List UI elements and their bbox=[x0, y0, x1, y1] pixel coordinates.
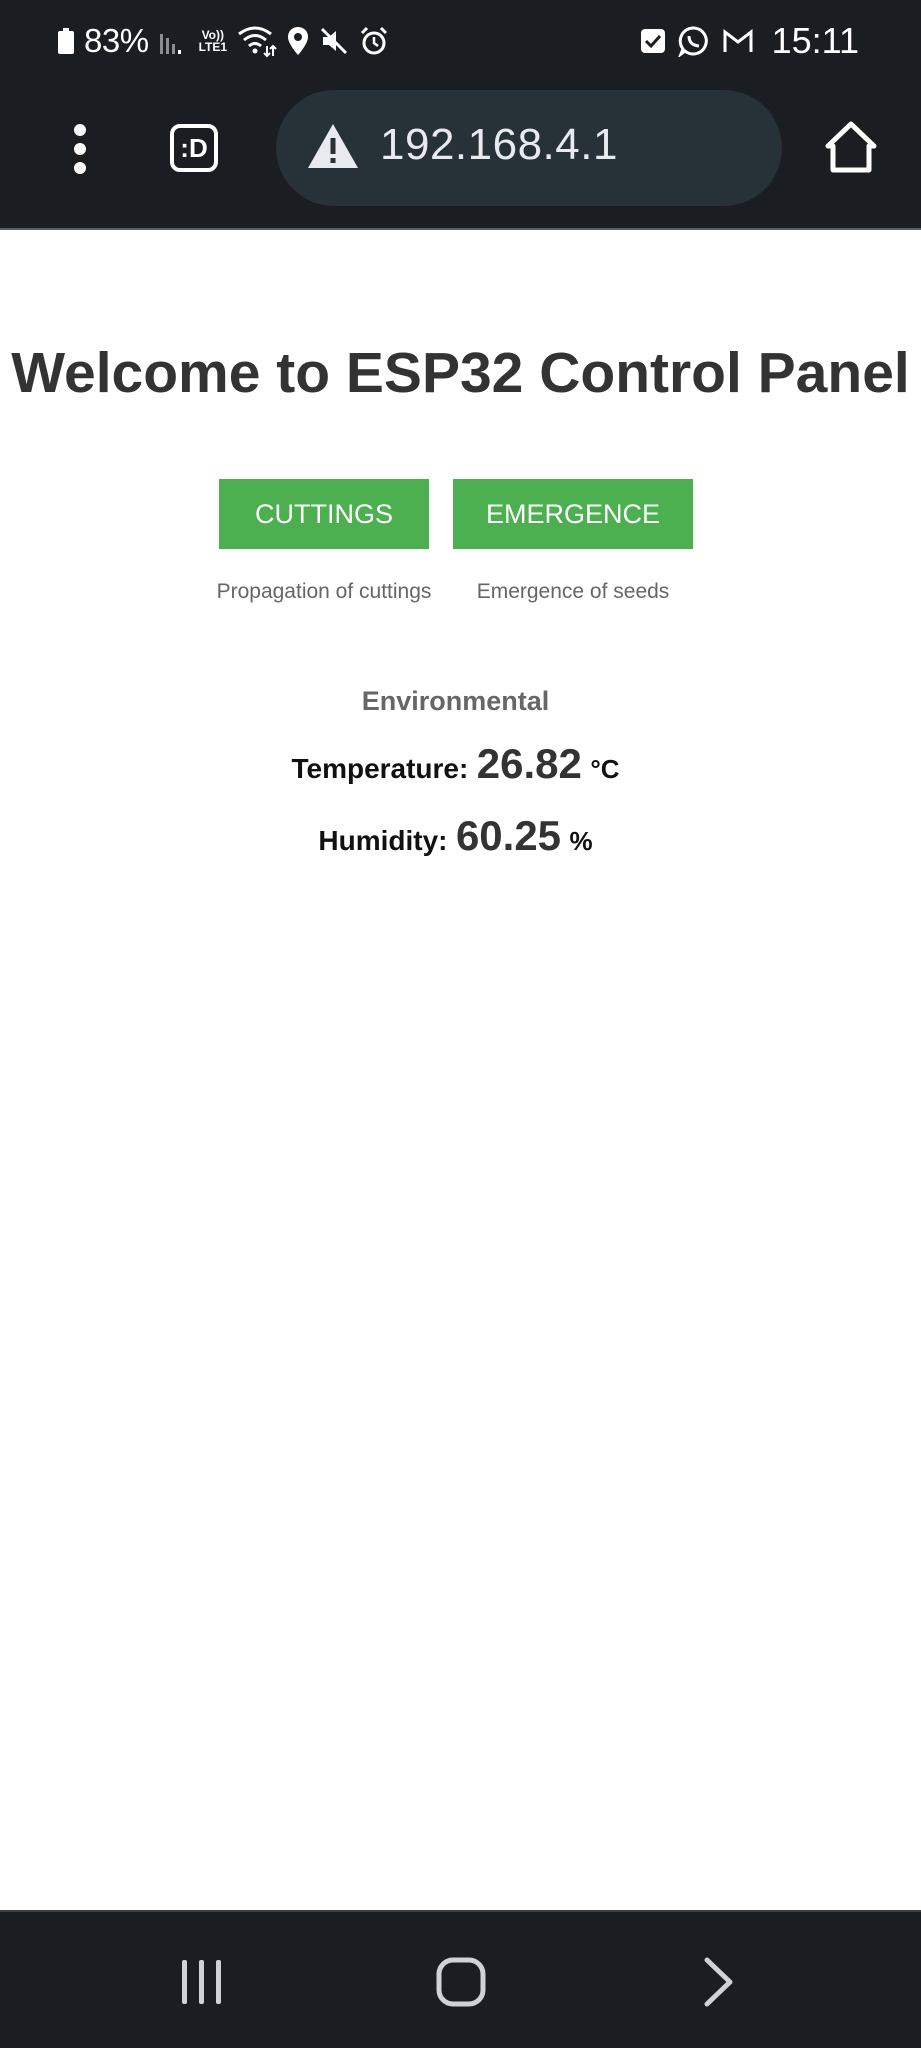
toolbar-divider bbox=[0, 228, 921, 230]
alarm-icon bbox=[360, 26, 388, 55]
tab-switcher-label: :D bbox=[180, 132, 208, 163]
page-title: Welcome to ESP32 Control Panel bbox=[11, 341, 910, 405]
volte-icon: Vo)) LTE1 bbox=[199, 29, 227, 53]
browser-toolbar: :D 192.168.4.1 bbox=[0, 82, 921, 228]
status-right-group: 15:11 bbox=[640, 16, 859, 66]
clock: 15:11 bbox=[771, 20, 859, 61]
mute-icon bbox=[320, 27, 348, 55]
system-nav-bar bbox=[0, 1910, 921, 2048]
more-options-icon[interactable] bbox=[62, 120, 98, 190]
battery-icon bbox=[58, 28, 74, 54]
location-icon bbox=[288, 27, 309, 55]
back-icon[interactable] bbox=[702, 1956, 736, 2008]
recents-icon[interactable] bbox=[178, 1958, 226, 2006]
battery-percent: 83% bbox=[84, 22, 149, 59]
temperature-value: 26.82 bbox=[476, 740, 582, 787]
url-text[interactable]: 192.168.4.1 bbox=[380, 120, 618, 170]
checkbox-notification-icon bbox=[640, 29, 665, 53]
signal-icon bbox=[159, 34, 181, 54]
emergence-caption: Emergence of seeds bbox=[476, 580, 670, 603]
whatsapp-icon bbox=[677, 26, 708, 57]
environment-heading: Environmental bbox=[361, 686, 550, 716]
volte-line-2: LTE1 bbox=[198, 40, 228, 54]
browser-home-icon[interactable] bbox=[824, 120, 878, 174]
tab-switcher-button[interactable]: :D bbox=[170, 124, 218, 172]
status-left-group: 83% Vo)) LTE1 bbox=[58, 16, 389, 66]
humidity-value: 60.25 bbox=[455, 812, 562, 859]
cuttings-button[interactable]: CUTTINGS bbox=[219, 479, 429, 549]
humidity-label: Humidity: bbox=[318, 825, 448, 856]
temperature-label: Temperature: bbox=[291, 753, 469, 784]
humidity-reading: Humidity: 60.25 % bbox=[0, 812, 911, 860]
warning-icon[interactable] bbox=[306, 122, 360, 170]
gmail-icon bbox=[723, 28, 753, 52]
home-icon[interactable] bbox=[436, 1957, 486, 2007]
status-bar: 83% Vo)) LTE1 15:11 bbox=[0, 0, 921, 82]
humidity-unit: % bbox=[569, 826, 593, 856]
cuttings-caption: Propagation of cuttings bbox=[216, 580, 432, 603]
temperature-reading: Temperature: 26.82 °C bbox=[0, 740, 911, 788]
emergence-button[interactable]: EMERGENCE bbox=[453, 479, 693, 549]
wifi-icon bbox=[238, 26, 277, 58]
temperature-unit: °C bbox=[590, 754, 620, 784]
url-bar[interactable]: 192.168.4.1 bbox=[276, 90, 782, 206]
